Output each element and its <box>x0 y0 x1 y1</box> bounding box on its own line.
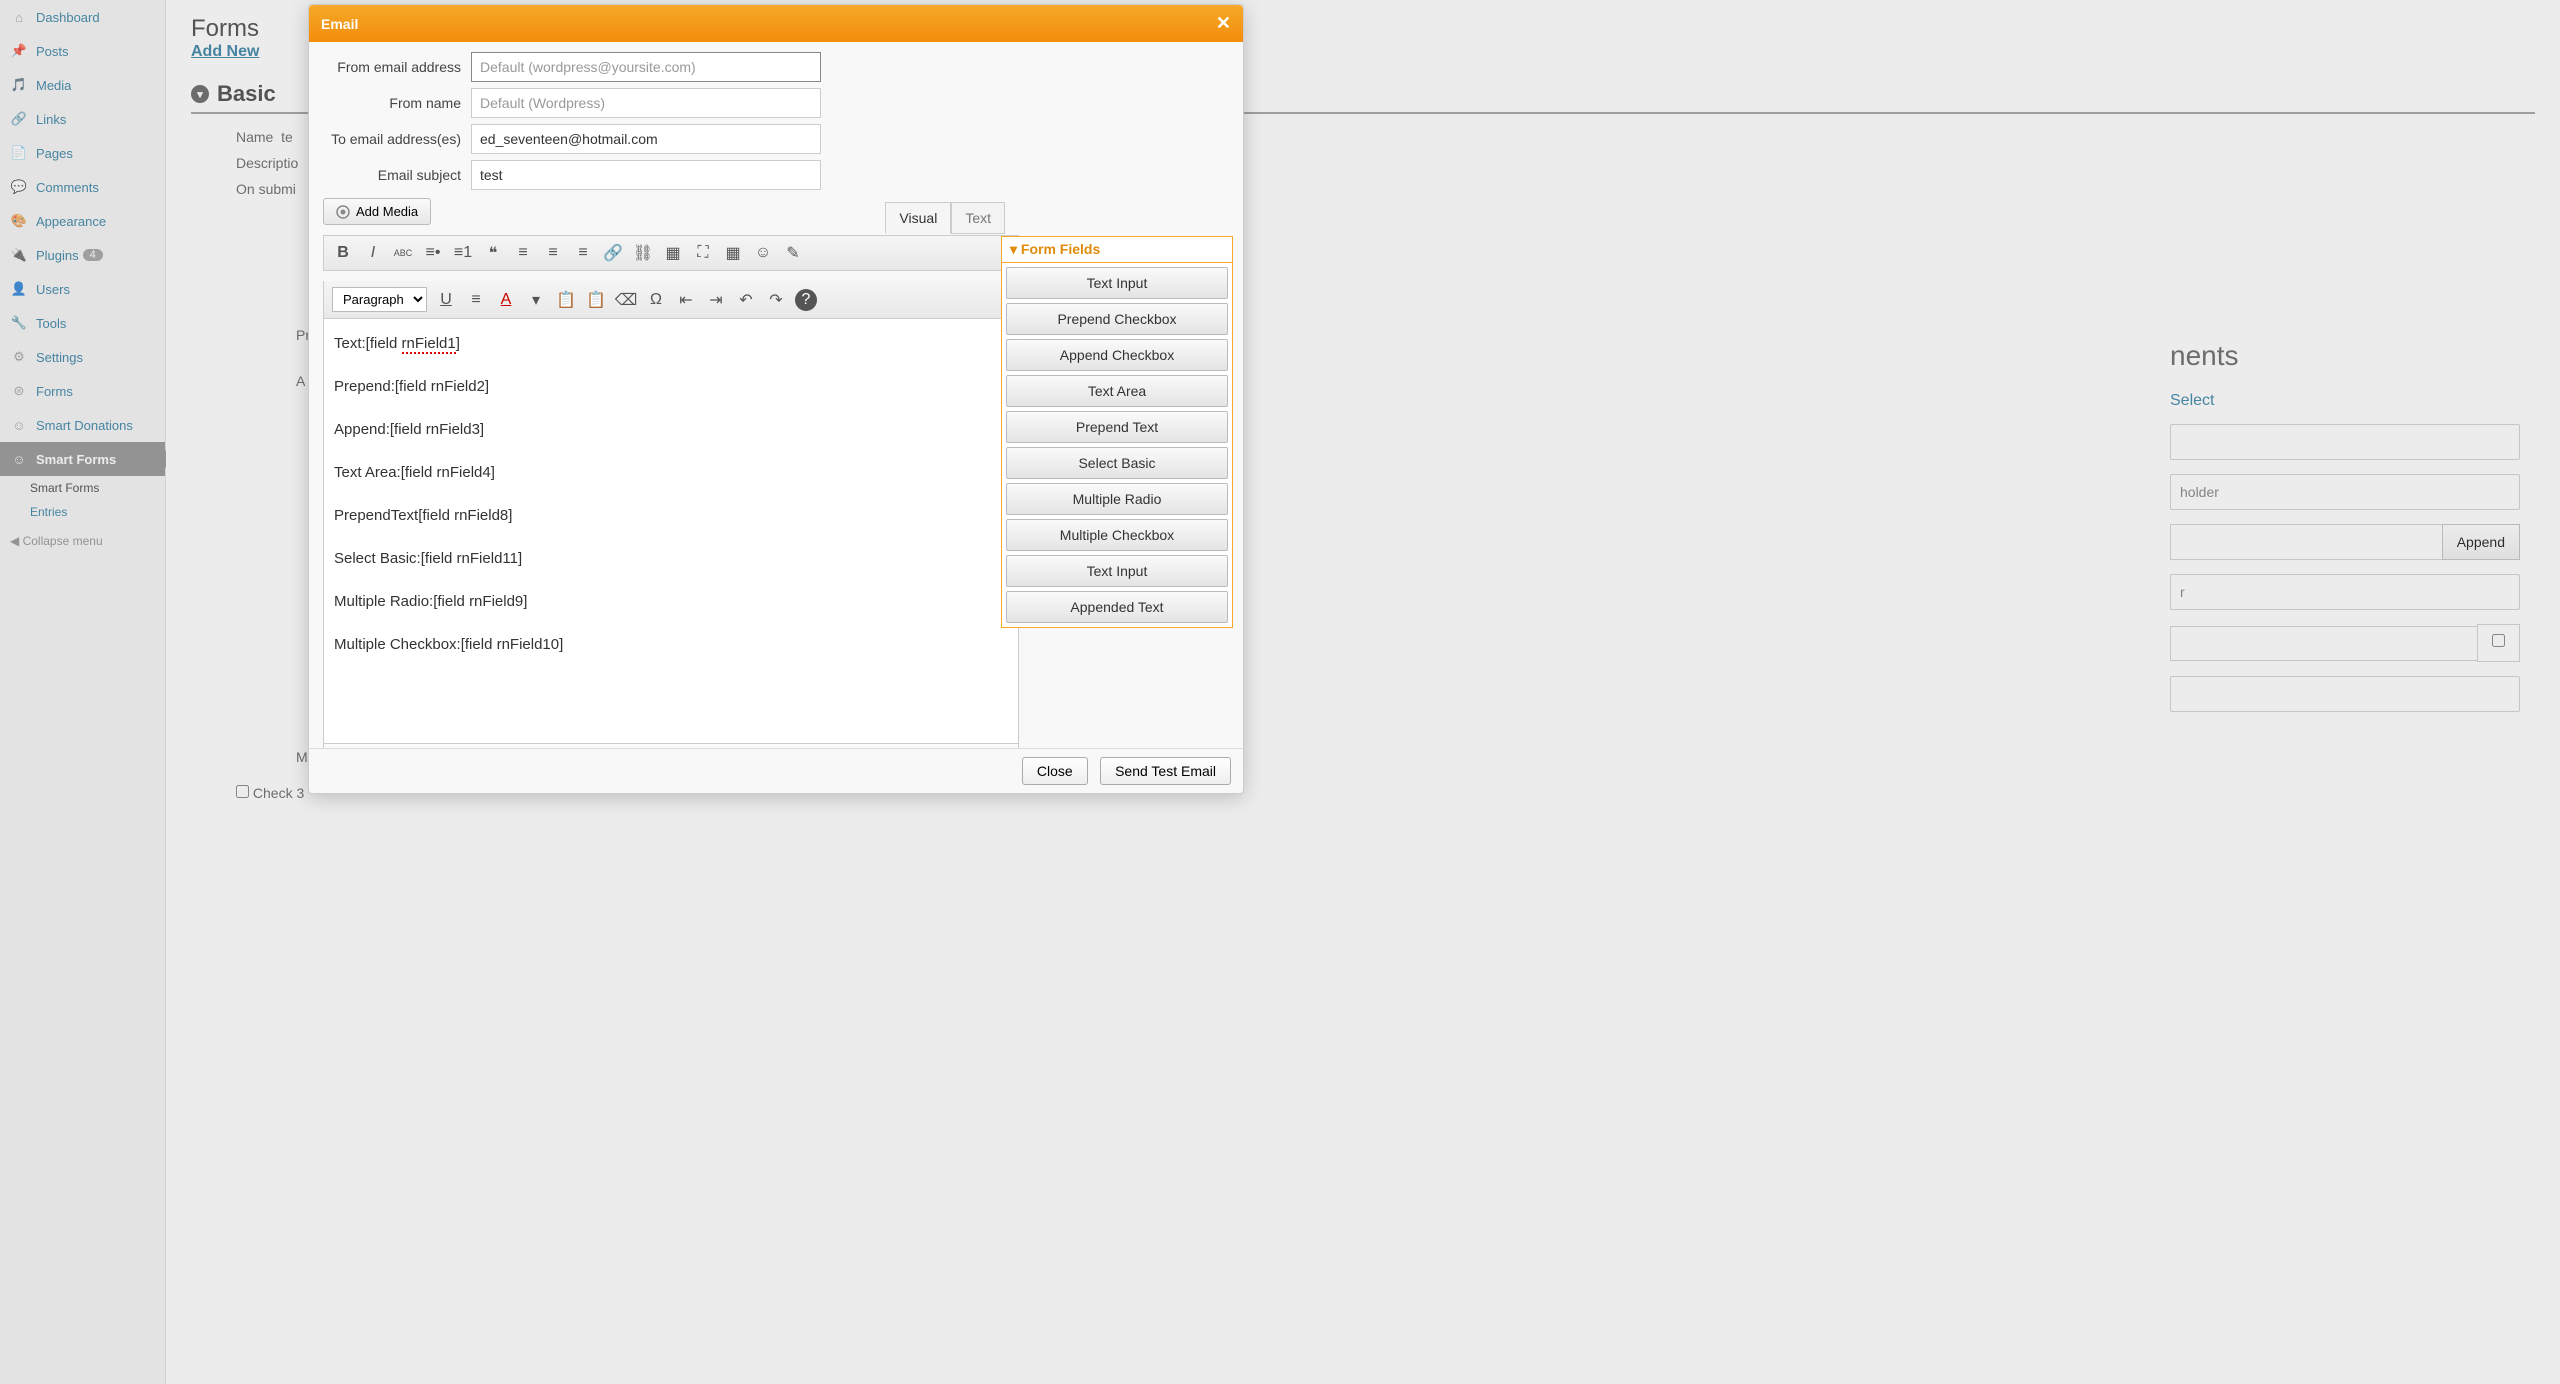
more-icon[interactable]: ▦ <box>662 242 684 264</box>
editor-line: PrependText[field rnField8] <box>334 505 1008 526</box>
link-icon[interactable]: 🔗 <box>602 242 624 264</box>
to-address-label: To email address(es) <box>323 131 471 147</box>
send-test-email-button[interactable]: Send Test Email <box>1100 757 1231 785</box>
bold-icon[interactable]: B <box>332 242 354 264</box>
form-fields-header[interactable]: Form Fields <box>1002 237 1232 263</box>
number-list-icon[interactable]: ≡1 <box>452 242 474 264</box>
close-icon[interactable]: ✕ <box>1216 13 1231 34</box>
editor-toolbar-row1: B I ABC ≡• ≡1 ❝ ≡ ≡ ≡ 🔗 ⛓ ▦ ⛶ ▦ ☺ ✎ <box>323 235 1019 271</box>
fullscreen-icon[interactable]: ⛶ <box>692 242 714 264</box>
ff-text-input[interactable]: Text Input <box>1006 267 1228 299</box>
bullet-list-icon[interactable]: ≡• <box>422 242 444 264</box>
editor-line: Multiple Radio:[field rnField9] <box>334 591 1008 612</box>
italic-icon[interactable]: I <box>362 242 384 264</box>
editor-wrapper: Add Media <box>323 198 1229 225</box>
modal-title: Email <box>321 16 358 32</box>
ff-text-area[interactable]: Text Area <box>1006 375 1228 407</box>
tab-text[interactable]: Text <box>951 202 1005 234</box>
media-add-icon <box>336 205 350 219</box>
editor-toolbar-row2: Paragraph U ≡ A ▾ 📋 📋 ⌫ Ω ⇤ ⇥ ↶ ↷ ? <box>323 281 1019 319</box>
format-select[interactable]: Paragraph <box>332 287 427 312</box>
undo-icon[interactable]: ↶ <box>735 289 757 311</box>
modal-header[interactable]: Email ✕ <box>309 5 1243 42</box>
from-address-label: From email address <box>323 59 471 75</box>
ff-text-input-2[interactable]: Text Input <box>1006 555 1228 587</box>
indent-icon[interactable]: ⇥ <box>705 289 727 311</box>
close-button[interactable]: Close <box>1022 757 1088 785</box>
special-char-icon[interactable]: Ω <box>645 289 667 311</box>
modal-body: From email address From name To email ad… <box>309 42 1243 748</box>
strike-icon[interactable]: ABC <box>392 242 414 264</box>
underline-icon[interactable]: U <box>435 289 457 311</box>
subject-input[interactable] <box>471 160 821 190</box>
from-name-label: From name <box>323 95 471 111</box>
align-left-icon[interactable]: ≡ <box>512 242 534 264</box>
edit-icon[interactable]: ✎ <box>782 242 804 264</box>
add-media-button[interactable]: Add Media <box>323 198 431 225</box>
tab-visual[interactable]: Visual <box>885 202 951 234</box>
email-modal: Email ✕ From email address From name To … <box>308 4 1244 794</box>
modal-footer: Close Send Test Email <box>309 748 1243 793</box>
justify-icon[interactable]: ≡ <box>465 289 487 311</box>
line0-prefix: Text:[field <box>334 335 402 352</box>
ff-multiple-checkbox[interactable]: Multiple Checkbox <box>1006 519 1228 551</box>
align-right-icon[interactable]: ≡ <box>572 242 594 264</box>
ff-prepend-text[interactable]: Prepend Text <box>1006 411 1228 443</box>
text-color-icon[interactable]: A <box>495 289 517 311</box>
editor-line: Select Basic:[field rnField11] <box>334 548 1008 569</box>
ff-appended-text[interactable]: Appended Text <box>1006 591 1228 623</box>
kitchen-sink-icon[interactable]: ▦ <box>722 242 744 264</box>
editor-line: Prepend:[field rnField2] <box>334 376 1008 397</box>
help-icon[interactable]: ? <box>795 289 817 311</box>
from-name-input[interactable] <box>471 88 821 118</box>
ff-append-checkbox[interactable]: Append Checkbox <box>1006 339 1228 371</box>
add-media-label: Add Media <box>356 204 418 219</box>
redo-icon[interactable]: ↷ <box>765 289 787 311</box>
dropdown-icon[interactable]: ▾ <box>525 289 547 311</box>
ff-multiple-radio[interactable]: Multiple Radio <box>1006 483 1228 515</box>
to-address-input[interactable] <box>471 124 821 154</box>
blockquote-icon[interactable]: ❝ <box>482 242 504 264</box>
form-fields-panel: Form Fields Text Input Prepend Checkbox … <box>1001 236 1233 628</box>
paste-word-icon[interactable]: 📋 <box>585 289 607 311</box>
paste-text-icon[interactable]: 📋 <box>555 289 577 311</box>
clear-format-icon[interactable]: ⌫ <box>615 289 637 311</box>
ff-prepend-checkbox[interactable]: Prepend Checkbox <box>1006 303 1228 335</box>
editor-line: Multiple Checkbox:[field rnField10] <box>334 634 1008 655</box>
editor-line: Text Area:[field rnField4] <box>334 462 1008 483</box>
from-address-input[interactable] <box>471 52 821 82</box>
editor-tabs: Visual Text <box>885 202 1005 234</box>
unlink-icon[interactable]: ⛓ <box>632 242 654 264</box>
subject-label: Email subject <box>323 167 471 183</box>
ff-select-basic[interactable]: Select Basic <box>1006 447 1228 479</box>
align-center-icon[interactable]: ≡ <box>542 242 564 264</box>
path-text: Path: p <box>332 747 370 748</box>
editor-line: Append:[field rnField3] <box>334 419 1008 440</box>
editor-content[interactable]: Text:[field rnField1] Prepend:[field rnF… <box>323 319 1019 744</box>
outdent-icon[interactable]: ⇤ <box>675 289 697 311</box>
editor-path-bar: Path: p <box>323 744 1019 748</box>
line0-suffix: ] <box>456 335 460 352</box>
emoji-icon[interactable]: ☺ <box>752 242 774 264</box>
line0-token: rnField1 <box>402 335 456 354</box>
